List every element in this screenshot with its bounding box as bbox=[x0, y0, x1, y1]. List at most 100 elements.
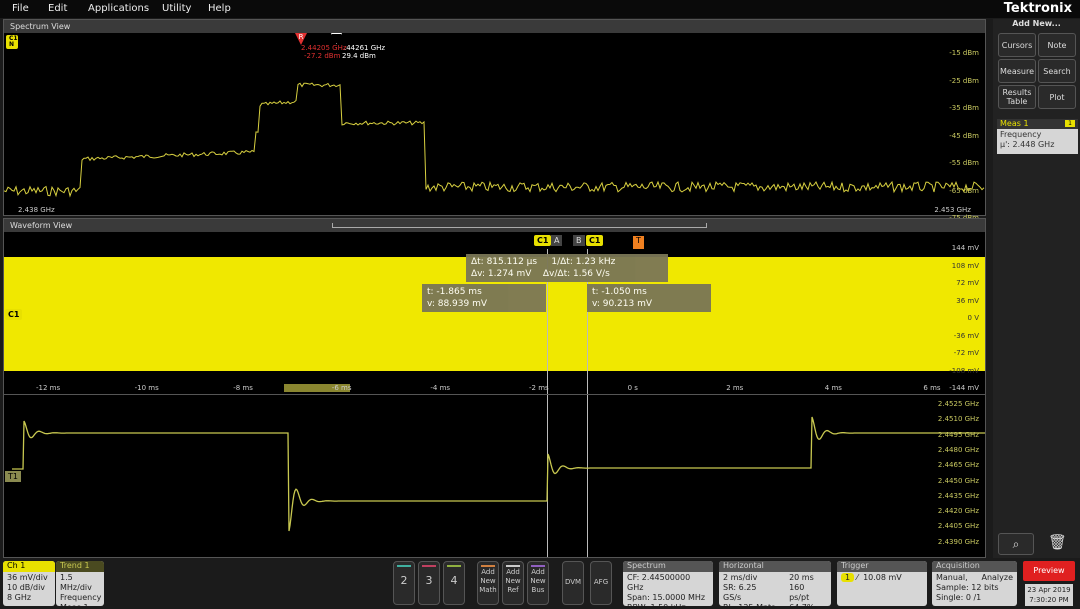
ch4-button[interactable]: 4 bbox=[443, 561, 465, 605]
preview-button[interactable]: Preview bbox=[1023, 561, 1075, 581]
cursor-a-value: v: 88.939 mV bbox=[427, 299, 488, 309]
meas1-type: Frequency bbox=[1000, 130, 1042, 139]
waveform-y-label: -108 mV bbox=[949, 366, 979, 375]
ch1-offset-badge[interactable]: C1 bbox=[5, 309, 23, 320]
note-button[interactable]: Note bbox=[1038, 33, 1076, 57]
trigger-position-marker[interactable]: T bbox=[633, 236, 644, 249]
trigger-level: 10.08 mV bbox=[863, 573, 902, 582]
menu-help[interactable]: Help bbox=[208, 3, 231, 14]
waveform-y-label: 144 mV bbox=[951, 244, 979, 252]
search-button[interactable]: Search bbox=[1038, 59, 1076, 83]
trend1-badge[interactable]: T1 bbox=[5, 471, 21, 482]
tektronix-logo: Tektronix bbox=[1003, 1, 1072, 16]
menu-applications[interactable]: Applications bbox=[88, 3, 149, 14]
date: 23 Apr 2019 bbox=[1027, 586, 1071, 594]
cursor-b-value: v: 90.213 mV bbox=[592, 299, 653, 309]
acquisition-mode: Analyze bbox=[981, 573, 1013, 582]
spectrum-x-start: 2.438 GHz bbox=[18, 206, 55, 214]
spectrum-view[interactable]: Spectrum View C1 N R 2.44205 GHz -27.2 d… bbox=[3, 19, 986, 277]
add-new-ref-button[interactable]: Add New Ref bbox=[502, 561, 524, 605]
time-axis-label: -4 ms bbox=[430, 384, 451, 392]
time-axis-label: 0 s bbox=[627, 384, 638, 392]
meas1-source: 1 bbox=[1065, 120, 1075, 127]
trash-icon[interactable]: 🗑 bbox=[1048, 533, 1067, 551]
ch2-button[interactable]: 2 bbox=[393, 561, 415, 605]
menu-file[interactable]: File bbox=[12, 3, 29, 14]
trend-y-label: 2.4525 GHz bbox=[937, 400, 979, 408]
ch3-button[interactable]: 3 bbox=[418, 561, 440, 605]
trigger-settings-badge[interactable]: Trigger 1 ⁄ 10.08 mV bbox=[837, 561, 927, 606]
time: 7:30:20 PM bbox=[1029, 596, 1069, 604]
setting-line: Single: 0 /1 bbox=[936, 593, 982, 602]
menu-utility[interactable]: Utility bbox=[162, 3, 191, 14]
setting-line: 20 ms bbox=[789, 573, 814, 582]
waveform-y-label: -36 mV bbox=[953, 331, 979, 340]
setting-line: CF: 2.44500000 GHz bbox=[627, 573, 691, 592]
add-new-bus-button[interactable]: Add New Bus bbox=[527, 561, 549, 605]
cursor-a-tag[interactable]: A bbox=[551, 235, 563, 246]
waveform-view[interactable]: Waveform View C1 A B C1 T Δt: 815.112 µs… bbox=[3, 218, 986, 558]
acquisition-settings-badge[interactable]: Acquisition Analyze Manual, Sample: 12 bit… bbox=[932, 561, 1017, 606]
spectrum-settings-title: Spectrum bbox=[623, 561, 713, 572]
waveform-y-label: -144 mV bbox=[949, 384, 979, 392]
setting-line: 160 ps/pt bbox=[789, 583, 810, 602]
trend-y-label: 2.4450 GHz bbox=[937, 476, 979, 485]
trend-y-label: 2.4495 GHz bbox=[937, 430, 979, 439]
measure-button[interactable]: Measure bbox=[998, 59, 1036, 83]
time-axis-label: 2 ms bbox=[726, 384, 744, 392]
add-new-label: Add New... bbox=[1012, 19, 1061, 28]
trend-y-label: 2.4465 GHz bbox=[937, 461, 979, 470]
trend-y-label: 2.4420 GHz bbox=[937, 507, 979, 516]
meas1-title: Meas 1 bbox=[1000, 119, 1029, 128]
cursor-delta-readout: Δt: 815.112 µs 1/Δt: 1.23 kHz Δv: 1.274 … bbox=[466, 254, 668, 282]
setting-line: 8 GHz bbox=[7, 593, 32, 602]
dvm-button[interactable]: DVM bbox=[562, 561, 584, 605]
spectrum-x-end: 2.453 GHz bbox=[934, 206, 971, 214]
setting-line: Sample: 12 bits bbox=[936, 583, 999, 592]
setting-line: 36 mV/div bbox=[7, 573, 48, 582]
trend-y-label: 2.4510 GHz bbox=[937, 415, 979, 424]
add-new-math-button[interactable]: Add New Math bbox=[477, 561, 499, 605]
setting-line: Span: 15.0000 MHz bbox=[627, 593, 706, 602]
cursors-button[interactable]: Cursors bbox=[998, 33, 1036, 57]
afg-button[interactable]: AFG bbox=[590, 561, 612, 605]
cursor-b-readout: t: -1.050 ms v: 90.213 mV bbox=[587, 284, 711, 312]
time-axis-label: -12 ms bbox=[36, 384, 61, 392]
waveform-y-label: 72 mV bbox=[956, 279, 979, 287]
time-axis-label: -8 ms bbox=[233, 384, 253, 392]
right-sidebar: Add New... Cursors Note Measure Search R… bbox=[993, 19, 1080, 558]
setting-line: RBW: 1.50 kHz bbox=[627, 603, 709, 606]
time-axis-label: 6 ms bbox=[923, 384, 941, 392]
cursor-b-source-badge[interactable]: C1 bbox=[586, 235, 604, 246]
setting-line: 10 dB/div bbox=[7, 583, 46, 592]
ch1-badge[interactable]: Ch 1 36 mV/div 10 dB/div 8 GHz bbox=[3, 561, 55, 606]
cursor-b-time: t: -1.050 ms bbox=[592, 287, 647, 297]
trigger-source: 1 bbox=[841, 573, 855, 582]
menu-bar: File Edit Applications Utility Help Tekt… bbox=[0, 0, 1080, 18]
trend-y-label: 2.4480 GHz bbox=[937, 445, 979, 454]
results-table-button[interactable]: Results Table bbox=[998, 85, 1036, 109]
inverse-delta-t: 1/Δt: 1.23 kHz bbox=[551, 257, 616, 267]
cursor-b-tag[interactable]: B bbox=[573, 235, 585, 246]
plot-button[interactable]: Plot bbox=[1038, 85, 1076, 109]
delta-t: Δt: 815.112 µs bbox=[471, 257, 538, 267]
meas1-value: µ': 2.448 GHz bbox=[1000, 140, 1055, 149]
horizontal-settings-badge[interactable]: Horizontal 2 ms/divSR: 6.25 GS/sRL: 125 … bbox=[719, 561, 831, 606]
trend-y-label: 2.4390 GHz bbox=[937, 537, 979, 546]
time-axis-label: -2 ms bbox=[529, 384, 549, 392]
trend1-bottom-badge[interactable]: Trend 1 1.5 MHz/divFrequencyMeas 1 bbox=[56, 561, 104, 606]
setting-line: SR: 6.25 GS/s bbox=[723, 583, 757, 602]
menu-edit[interactable]: Edit bbox=[48, 3, 67, 14]
setting-line: RL: 125 Mpts bbox=[723, 603, 777, 606]
meas1-badge[interactable]: Meas 1 1 Frequency µ': 2.448 GHz bbox=[997, 119, 1078, 154]
cursor-a-source-badge[interactable]: C1 bbox=[534, 235, 552, 246]
acquisition-settings-title: Acquisition bbox=[932, 561, 1017, 572]
zoom-icon[interactable]: ⌕ bbox=[998, 533, 1034, 555]
waveform-y-label: 108 mV bbox=[951, 261, 979, 270]
trigger-settings-title: Trigger bbox=[837, 561, 927, 572]
cursor-a-readout: t: -1.865 ms v: 88.939 mV bbox=[422, 284, 546, 312]
trend-y-label: 2.4435 GHz bbox=[937, 491, 979, 500]
time-axis-label: 4 ms bbox=[824, 384, 842, 392]
spectrum-settings-badge[interactable]: Spectrum CF: 2.44500000 GHz Span: 15.0000… bbox=[623, 561, 713, 606]
record-overview-bar[interactable] bbox=[332, 223, 707, 228]
